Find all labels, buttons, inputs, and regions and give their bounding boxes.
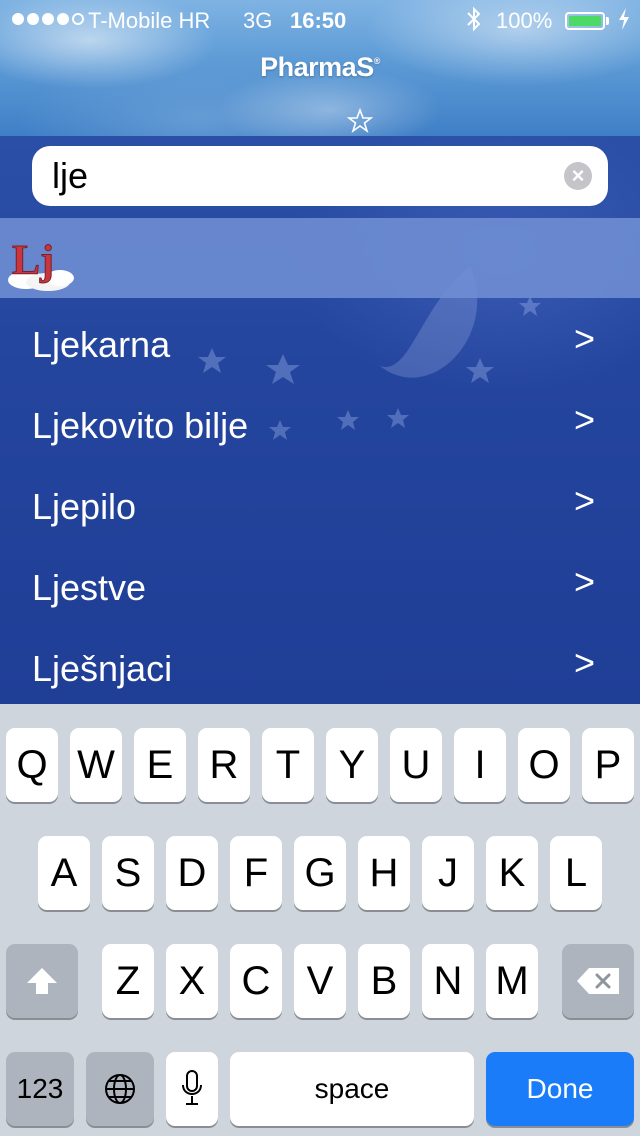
chevron-right-icon: >	[574, 399, 596, 440]
key-z[interactable]: Z	[102, 944, 154, 1018]
list-item-label: Ljekovito bilje	[32, 405, 249, 446]
signal-strength-icon	[12, 13, 84, 25]
list-item-label: Ljekarna	[32, 324, 171, 365]
charging-bolt-icon	[618, 6, 630, 38]
list-item[interactable]: Lješnjaci >	[0, 628, 640, 704]
status-bar: T-Mobile HR 3G 16:50 100%	[0, 0, 640, 40]
key-e[interactable]: E	[134, 728, 186, 802]
section-letter-text: Lj	[12, 238, 54, 284]
list-item-label: Ljepilo	[32, 486, 137, 527]
clear-icon[interactable]: ×	[564, 162, 592, 190]
shift-icon	[27, 968, 57, 994]
registered-mark: ®	[373, 56, 381, 66]
key-q[interactable]: Q	[6, 728, 58, 802]
header-banner: T-Mobile HR 3G 16:50 100% PharmaS®	[0, 0, 640, 136]
microphone-icon	[182, 1070, 202, 1105]
star-icon	[347, 108, 373, 134]
list-item-label: Ljestve	[32, 567, 147, 608]
key-w[interactable]: W	[70, 728, 122, 802]
delete-icon	[577, 968, 619, 994]
key-i[interactable]: I	[454, 728, 506, 802]
chevron-right-icon: >	[574, 480, 596, 521]
keyboard: Q W E R T Y U I O P A S D F G H J K L Z …	[0, 704, 640, 1136]
key-n[interactable]: N	[422, 944, 474, 1018]
network-type: 3G	[243, 8, 273, 33]
globe-key[interactable]	[86, 1052, 154, 1126]
key-l[interactable]: L	[550, 836, 602, 910]
key-f[interactable]: F	[230, 836, 282, 910]
delete-key[interactable]	[562, 944, 634, 1018]
key-j[interactable]: J	[422, 836, 474, 910]
list-item[interactable]: Ljepilo >	[0, 466, 640, 547]
key-y[interactable]: Y	[326, 728, 378, 802]
list-item[interactable]: Ljekovito bilje >	[0, 385, 640, 466]
bluetooth-icon	[466, 6, 482, 38]
key-s[interactable]: S	[102, 836, 154, 910]
search-input[interactable]	[32, 146, 608, 206]
results-list: Ljekarna > Ljekovito bilje > Ljepilo > L…	[0, 304, 640, 704]
key-g[interactable]: G	[294, 836, 346, 910]
battery-icon	[565, 12, 605, 30]
list-item[interactable]: Ljestve >	[0, 547, 640, 628]
key-v[interactable]: V	[294, 944, 346, 1018]
carrier-name: T-Mobile HR	[88, 8, 211, 33]
key-o[interactable]: O	[518, 728, 570, 802]
section-letter-badge: Lj	[8, 238, 74, 291]
app-title-text: PharmaS	[260, 52, 374, 82]
key-d[interactable]: D	[166, 836, 218, 910]
status-time: 16:50	[290, 8, 347, 33]
search-bar: ×	[32, 146, 608, 206]
space-key[interactable]: space	[230, 1052, 474, 1126]
chevron-right-icon: >	[574, 561, 596, 602]
key-c[interactable]: C	[230, 944, 282, 1018]
app-title: PharmaS®	[0, 52, 640, 83]
list-item[interactable]: Ljekarna >	[0, 304, 640, 385]
numbers-key[interactable]: 123	[6, 1052, 74, 1126]
battery-level	[569, 16, 601, 26]
key-k[interactable]: K	[486, 836, 538, 910]
shift-key[interactable]	[6, 944, 78, 1018]
done-key[interactable]: Done	[486, 1052, 634, 1126]
battery-tip	[606, 17, 609, 25]
battery-percent: 100%	[496, 8, 553, 33]
key-t[interactable]: T	[262, 728, 314, 802]
key-h[interactable]: H	[358, 836, 410, 910]
key-r[interactable]: R	[198, 728, 250, 802]
chevron-right-icon: >	[574, 642, 596, 683]
key-m[interactable]: M	[486, 944, 538, 1018]
key-p[interactable]: P	[582, 728, 634, 802]
key-x[interactable]: X	[166, 944, 218, 1018]
chevron-right-icon: >	[574, 318, 596, 359]
main-content: × Lj Ljekarna > Ljekovito bilje > Ljepil…	[0, 136, 640, 704]
key-a[interactable]: A	[38, 836, 90, 910]
key-b[interactable]: B	[358, 944, 410, 1018]
section-header: Lj	[0, 218, 640, 298]
key-u[interactable]: U	[390, 728, 442, 802]
globe-icon	[105, 1074, 135, 1104]
dictation-key[interactable]	[166, 1052, 218, 1126]
list-item-label: Lješnjaci	[32, 648, 173, 689]
